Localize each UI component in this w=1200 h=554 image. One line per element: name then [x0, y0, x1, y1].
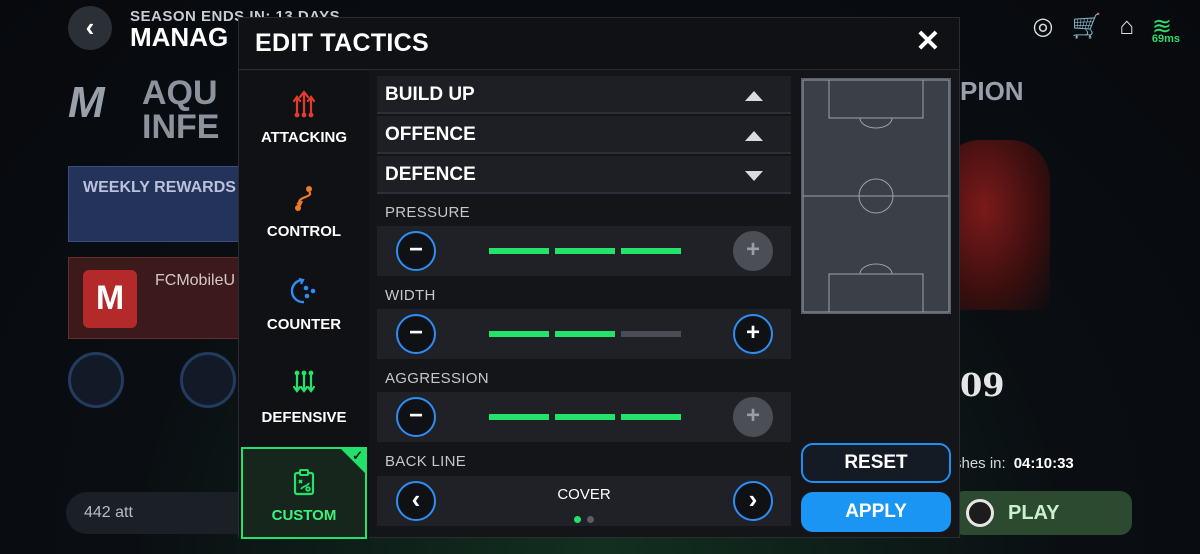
level-bar-segment: [555, 414, 615, 420]
level-bar-segment: [621, 331, 681, 337]
club-card[interactable]: M FCMobileU: [68, 257, 258, 339]
pressure-label: PRESSURE: [385, 204, 470, 221]
control-icon: [295, 186, 312, 211]
tab-control-label: CONTROL: [266, 223, 342, 240]
close-icon[interactable]: ✕: [911, 26, 945, 60]
pitch-lines: [802, 79, 950, 313]
offence-section[interactable]: OFFENCE: [377, 116, 791, 154]
width-control: − +: [377, 309, 791, 359]
tab-defensive[interactable]: DEFENSIVE: [241, 369, 367, 459]
expand-down-icon: [745, 171, 763, 181]
width-level-bars: [489, 331, 681, 337]
play-label: PLAY: [1008, 502, 1060, 524]
play-button[interactable]: PLAY: [952, 491, 1132, 535]
football-icon: [966, 499, 994, 527]
width-label: WIDTH: [385, 287, 436, 304]
offence-label: OFFENCE: [385, 124, 476, 145]
finishes-timer: shes in: 04:10:33: [954, 455, 1074, 472]
tactic-tabs: ATTACKING CONTROL COUNTER DEFENSIVE ✓ CU…: [239, 71, 369, 539]
level-bar-segment: [489, 414, 549, 420]
tab-control[interactable]: CONTROL: [241, 183, 367, 273]
aggression-increase-button[interactable]: +: [733, 397, 773, 437]
ping-readout: 69ms: [1151, 33, 1180, 45]
pressure-level-bars: [489, 248, 681, 254]
level-bar-segment: [555, 331, 615, 337]
event-title-line2: INFE: [142, 108, 220, 146]
back-line-label: BACK LINE: [385, 453, 467, 470]
level-bar-segment: [621, 248, 681, 254]
level-bar-segment: [621, 414, 681, 420]
right-title: PION: [960, 76, 1024, 106]
level-bar-segment: [555, 248, 615, 254]
club-badge: M: [83, 270, 137, 328]
aggression-control: − +: [377, 392, 791, 442]
home-icon[interactable]: ⌂: [1119, 13, 1134, 41]
pager-dot: [587, 516, 594, 523]
back-button[interactable]: ‹: [68, 6, 112, 50]
level-bar-segment: [489, 248, 549, 254]
event-title-line1: AQU: [142, 74, 218, 112]
custom-icon: [293, 469, 315, 496]
defence-label: DEFENCE: [385, 164, 476, 185]
apply-button[interactable]: APPLY: [801, 492, 951, 532]
finishes-time: 04:10:33: [1013, 455, 1074, 472]
pressure-increase-button[interactable]: +: [733, 231, 773, 271]
right-number: 09: [960, 366, 1005, 404]
back-line-next-button[interactable]: ›: [733, 481, 773, 521]
pressure-control: − +: [377, 226, 791, 276]
event-logo: M: [68, 78, 105, 127]
counter-icon: [290, 277, 316, 304]
level-bar-segment: [489, 331, 549, 337]
modal-title: EDIT TACTICS: [255, 29, 429, 57]
width-increase-button[interactable]: +: [733, 314, 773, 354]
back-line-pager: [377, 510, 791, 528]
aggression-level-bars: [489, 414, 681, 420]
pager-dot: [574, 516, 581, 523]
width-decrease-button[interactable]: −: [396, 314, 436, 354]
pitch-preview: [801, 78, 951, 314]
tab-custom[interactable]: ✓ CUSTOM: [241, 447, 367, 539]
formation-button[interactable]: [180, 352, 236, 408]
tab-attacking-label: ATTACKING: [260, 129, 348, 146]
defence-section[interactable]: DEFENCE: [377, 156, 791, 194]
tab-counter[interactable]: COUNTER: [241, 276, 367, 366]
build-up-section[interactable]: BUILD UP: [377, 76, 791, 114]
reset-button[interactable]: RESET: [801, 443, 951, 483]
aggression-label: AGGRESSION: [385, 370, 489, 387]
tab-custom-label: CUSTOM: [271, 507, 337, 524]
edit-tactics-modal: EDIT TACTICS ✕ ATTACKING CONTROL COUNTER…: [238, 17, 960, 539]
cart-icon[interactable]: 🛒: [1072, 12, 1102, 41]
manage-title: MANAG: [130, 22, 229, 52]
aggression-decrease-button[interactable]: −: [396, 397, 436, 437]
tab-attacking[interactable]: ATTACKING: [241, 89, 367, 179]
defensive-icon: [292, 370, 316, 393]
club-name: FCMobileU: [155, 272, 236, 289]
weekly-rewards-card[interactable]: WEEKLY REWARDS: [68, 166, 258, 242]
collapse-up-icon: [745, 131, 763, 141]
finishes-label: shes in:: [954, 455, 1006, 472]
attempts-counter: 442 att: [66, 492, 266, 534]
collapse-up-icon: [745, 91, 763, 101]
back-line-value: COVER: [557, 486, 611, 503]
check-icon: ✓: [352, 448, 363, 463]
modal-header: EDIT TACTICS ✕: [239, 18, 959, 70]
build-up-label: BUILD UP: [385, 84, 475, 105]
tab-defensive-label: DEFENSIVE: [261, 409, 347, 426]
kit-button[interactable]: [68, 352, 124, 408]
back-line-control: ‹ COVER ›: [377, 476, 791, 526]
event-title: AQU INFE: [142, 76, 219, 144]
pressure-decrease-button[interactable]: −: [396, 231, 436, 271]
tactics-settings: BUILD UP OFFENCE DEFENCE PRESSURE − + WI…: [377, 76, 791, 538]
target-icon[interactable]: ◎: [1033, 12, 1054, 41]
attacking-icon: [292, 90, 316, 118]
tab-counter-label: COUNTER: [266, 316, 342, 333]
